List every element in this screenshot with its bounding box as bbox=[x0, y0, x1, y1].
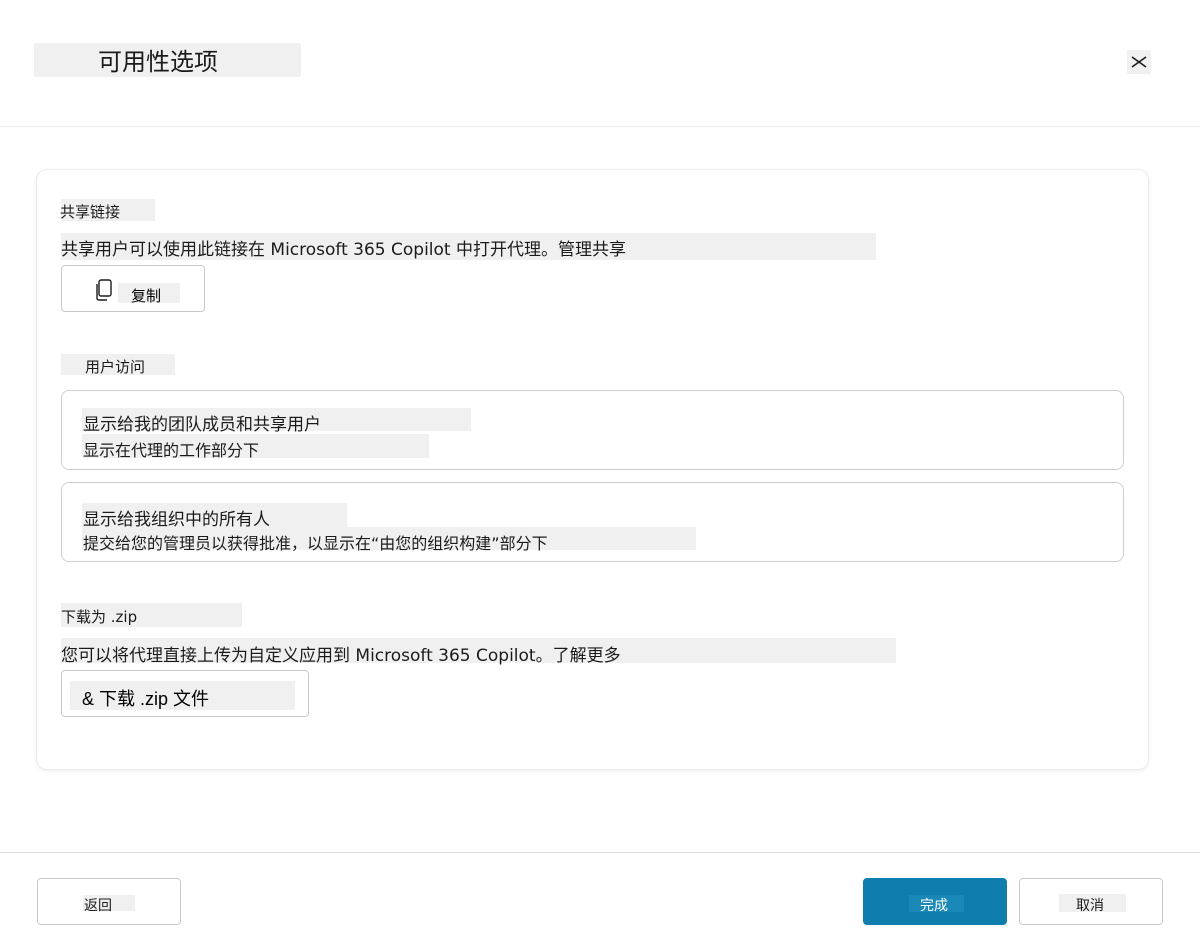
cancel-button-label: 取消 bbox=[1076, 897, 1104, 913]
option-title: 显示给我的团队成员和共享用户 bbox=[83, 415, 321, 435]
download-button-label: & 下载 .zip 文件 bbox=[82, 689, 210, 709]
header-divider bbox=[0, 126, 1200, 127]
download-zip-button[interactable]: & 下载 .zip 文件 bbox=[61, 670, 309, 717]
option-subtitle: 显示在代理的工作部分下 bbox=[83, 441, 260, 460]
availability-options-dialog: 可用性选项 共享链接 共享用户可以使用此链接在 Microsoft 365 Co… bbox=[0, 0, 1200, 950]
cancel-button[interactable]: 取消 bbox=[1019, 878, 1163, 925]
download-label: 下载为 .zip bbox=[61, 608, 138, 626]
close-button[interactable] bbox=[1127, 50, 1151, 74]
copy-link-button[interactable]: 复制 bbox=[61, 265, 205, 312]
copy-icon bbox=[96, 279, 112, 301]
back-button-label: 返回 bbox=[84, 897, 112, 913]
share-link-description: 共享用户可以使用此链接在 Microsoft 365 Copilot 中打开代理… bbox=[61, 240, 626, 260]
option-everyone-in-org[interactable]: 显示给我组织中的所有人 提交给您的管理员以获得批准，以显示在“由您的组织构建”部… bbox=[61, 482, 1124, 562]
done-button[interactable]: 完成 bbox=[863, 878, 1007, 925]
download-description: 您可以将代理直接上传为自定义应用到 Microsoft 365 Copilot。… bbox=[61, 646, 621, 666]
footer-divider bbox=[0, 852, 1200, 853]
option-subtitle: 提交给您的管理员以获得批准，以显示在“由您的组织构建”部分下 bbox=[83, 534, 548, 553]
done-button-label: 完成 bbox=[920, 897, 948, 913]
option-team-and-shared-users[interactable]: 显示给我的团队成员和共享用户 显示在代理的工作部分下 bbox=[61, 390, 1124, 470]
back-button[interactable]: 返回 bbox=[37, 878, 181, 925]
copy-button-label: 复制 bbox=[131, 288, 162, 305]
user-access-label: 用户访问 bbox=[85, 358, 146, 376]
dialog-title: 可用性选项 bbox=[34, 43, 301, 77]
share-link-label: 共享链接 bbox=[60, 203, 121, 221]
close-icon bbox=[1131, 56, 1147, 68]
